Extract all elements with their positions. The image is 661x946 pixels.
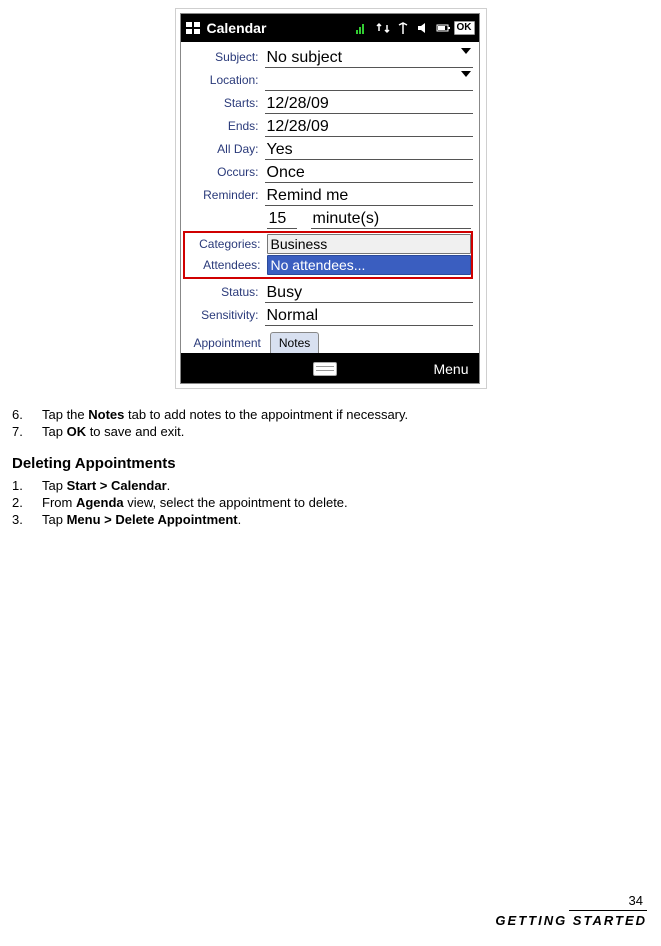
location-field[interactable] bbox=[265, 69, 473, 91]
occurs-label: Occurs: bbox=[183, 165, 265, 179]
ok-button[interactable]: OK bbox=[454, 21, 475, 35]
steps-continued: 6. Tap the Notes tab to add notes to the… bbox=[12, 407, 649, 441]
signal-icon bbox=[356, 21, 370, 35]
del-step-1: 1. Tap Start > Calendar. bbox=[12, 478, 649, 494]
footer-section-title: Getting Started bbox=[495, 913, 647, 928]
starts-label: Starts: bbox=[183, 96, 265, 110]
reminder-label: Reminder: bbox=[183, 188, 265, 202]
subject-field[interactable]: No subject bbox=[265, 46, 473, 68]
sensitivity-field[interactable]: Normal bbox=[265, 304, 473, 326]
sync-icon bbox=[376, 21, 390, 35]
reminder-unit-field[interactable]: minute(s) bbox=[311, 207, 471, 229]
highlight-box: Categories: Business Attendees: No atten… bbox=[183, 231, 473, 279]
dropdown-arrow-icon bbox=[461, 71, 471, 77]
page-footer: 34 Getting Started bbox=[495, 893, 647, 928]
tab-appointment[interactable]: Appointment bbox=[185, 332, 270, 353]
step-6: 6. Tap the Notes tab to add notes to the… bbox=[12, 407, 649, 423]
sensitivity-label: Sensitivity: bbox=[183, 308, 265, 322]
volume-icon bbox=[416, 21, 430, 35]
screenshot-container: Calendar OK Subject: No subject Location… bbox=[175, 8, 487, 389]
tab-notes[interactable]: Notes bbox=[270, 332, 319, 353]
app-title: Calendar bbox=[207, 20, 267, 36]
reminder-detail: 15 minute(s) bbox=[265, 207, 473, 229]
device-screen: Calendar OK Subject: No subject Location… bbox=[180, 13, 480, 384]
reminder-field[interactable]: Remind me bbox=[265, 184, 473, 206]
ends-label: Ends: bbox=[183, 119, 265, 133]
status-icons bbox=[356, 21, 450, 35]
section-heading: Deleting Appointments bbox=[12, 455, 649, 472]
ends-field[interactable]: 12/28/09 bbox=[265, 115, 473, 137]
bottom-bar: Menu bbox=[181, 355, 479, 383]
all-day-label: All Day: bbox=[183, 142, 265, 156]
del-step-2: 2. From Agenda view, select the appointm… bbox=[12, 495, 649, 511]
categories-field[interactable]: Business bbox=[267, 234, 471, 254]
attendees-label: Attendees: bbox=[185, 258, 267, 272]
antenna-icon bbox=[396, 21, 410, 35]
title-bar: Calendar OK bbox=[181, 14, 479, 42]
step-7: 7. Tap OK to save and exit. bbox=[12, 424, 649, 440]
menu-softkey[interactable]: Menu bbox=[373, 361, 479, 377]
battery-icon bbox=[436, 21, 450, 35]
all-day-field[interactable]: Yes bbox=[265, 138, 473, 160]
page-number: 34 bbox=[569, 893, 647, 911]
attendees-field[interactable]: No attendees... bbox=[267, 255, 471, 275]
categories-label: Categories: bbox=[185, 237, 267, 251]
occurs-field[interactable]: Once bbox=[265, 161, 473, 183]
reminder-number-field[interactable]: 15 bbox=[267, 207, 297, 229]
windows-start-icon[interactable] bbox=[185, 21, 201, 35]
location-label: Location: bbox=[183, 73, 265, 87]
appointment-form: Subject: No subject Location: Starts: 12… bbox=[181, 42, 479, 331]
status-field[interactable]: Busy bbox=[265, 281, 473, 303]
deleting-steps: 1. Tap Start > Calendar. 2. From Agenda … bbox=[12, 478, 649, 529]
starts-field[interactable]: 12/28/09 bbox=[265, 92, 473, 114]
dropdown-arrow-icon bbox=[461, 48, 471, 54]
status-label: Status: bbox=[183, 285, 265, 299]
document-body: 6. Tap the Notes tab to add notes to the… bbox=[0, 407, 661, 528]
keyboard-icon[interactable] bbox=[313, 362, 337, 376]
subject-label: Subject: bbox=[183, 50, 265, 64]
del-step-3: 3. Tap Menu > Delete Appointment. bbox=[12, 512, 649, 528]
tab-bar: Appointment Notes bbox=[181, 331, 479, 355]
